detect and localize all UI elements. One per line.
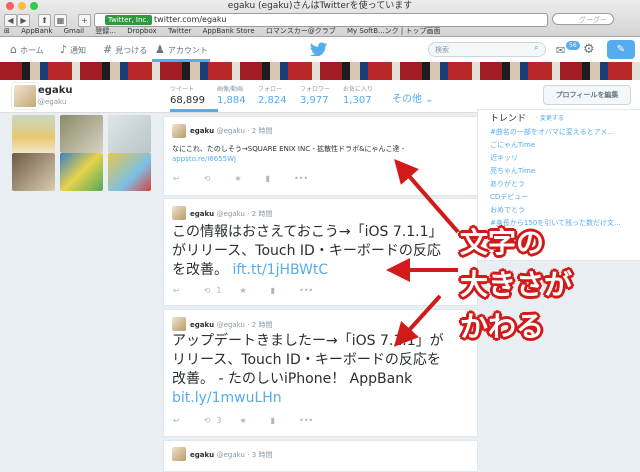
annotation-label: 文字の 大きさが かわる: [460, 222, 580, 348]
arrow-to-tweet-3: [393, 294, 442, 347]
annotation-line: 大きさが: [460, 268, 573, 301]
annotation-line: 文字の: [460, 226, 545, 259]
arrow-to-tweet-1: [394, 158, 460, 234]
annotation-line: かわる: [460, 310, 545, 343]
